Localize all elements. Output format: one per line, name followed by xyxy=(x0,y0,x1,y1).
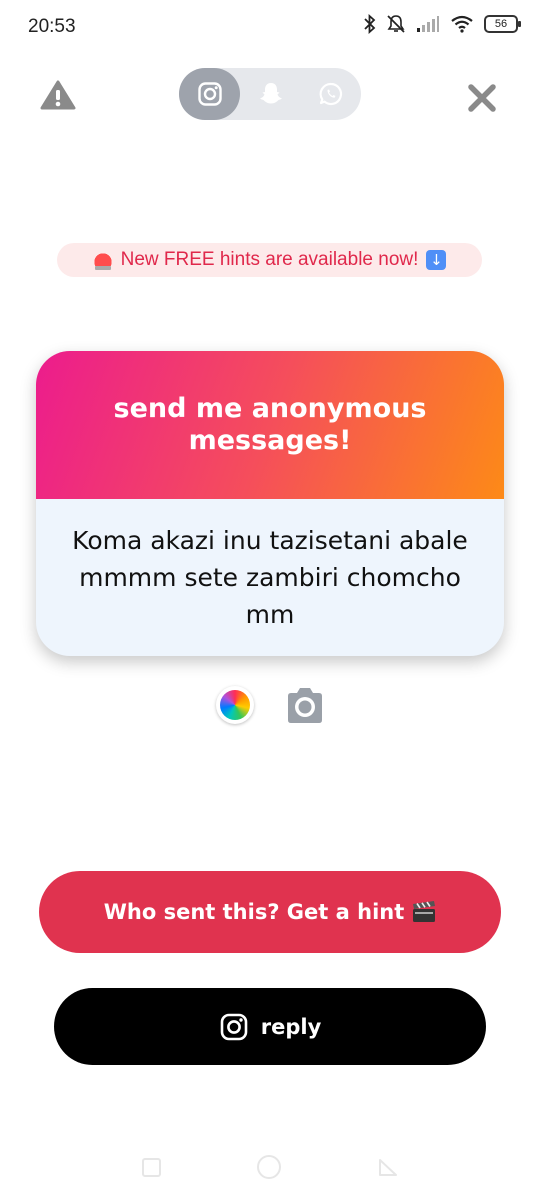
camera-icon[interactable] xyxy=(284,686,326,726)
clapper-emoji xyxy=(413,901,436,922)
reply-label: reply xyxy=(260,1014,322,1039)
snapchat-icon xyxy=(259,83,282,104)
mute-bell-icon xyxy=(387,15,405,33)
status-time: 20:53 xyxy=(28,16,76,37)
tab-snapchat[interactable] xyxy=(240,68,301,120)
color-wheel-icon[interactable] xyxy=(216,686,254,724)
card-body: Koma akazi inu tazisetani abale mmmm set… xyxy=(36,499,504,656)
signal-icon xyxy=(417,16,439,32)
down-arrow-emoji: ↓ xyxy=(426,250,447,270)
message-card: send me anonymous messages! Koma akazi i… xyxy=(36,351,504,656)
wifi-icon xyxy=(451,15,473,33)
reply-button[interactable]: reply xyxy=(54,988,486,1065)
whatsapp-icon xyxy=(319,82,342,106)
get-hint-label: Who sent this? Get a hint xyxy=(103,900,405,924)
status-bar: 20:53 56 xyxy=(0,0,540,56)
tab-whatsapp[interactable] xyxy=(300,68,361,120)
instagram-icon xyxy=(197,82,222,106)
battery-indicator: 56 xyxy=(484,15,521,33)
bluetooth-icon xyxy=(364,14,376,34)
banner-text: New FREE hints are available now! xyxy=(120,249,419,270)
back-nav-button[interactable] xyxy=(379,1159,397,1176)
status-icons: 56 xyxy=(364,14,521,34)
share-platform-switcher xyxy=(179,68,361,120)
instagram-icon xyxy=(220,1013,248,1040)
top-bar xyxy=(0,66,540,122)
warning-icon[interactable] xyxy=(40,80,76,110)
card-header: send me anonymous messages! xyxy=(36,351,504,499)
card-tools xyxy=(0,684,540,728)
system-nav-bar xyxy=(142,1155,397,1179)
siren-emoji xyxy=(92,250,113,270)
home-nav-button[interactable] xyxy=(257,1155,281,1179)
tab-instagram[interactable] xyxy=(179,68,240,120)
message-text: Koma akazi inu tazisetani abale mmmm set… xyxy=(72,526,468,629)
free-hints-banner[interactable]: New FREE hints are available now! ↓ xyxy=(57,243,482,277)
recents-nav-button[interactable] xyxy=(142,1158,161,1177)
card-header-text: send me anonymous messages! xyxy=(113,393,427,456)
close-icon[interactable] xyxy=(462,78,502,118)
get-hint-button[interactable]: Who sent this? Get a hint xyxy=(39,871,501,953)
